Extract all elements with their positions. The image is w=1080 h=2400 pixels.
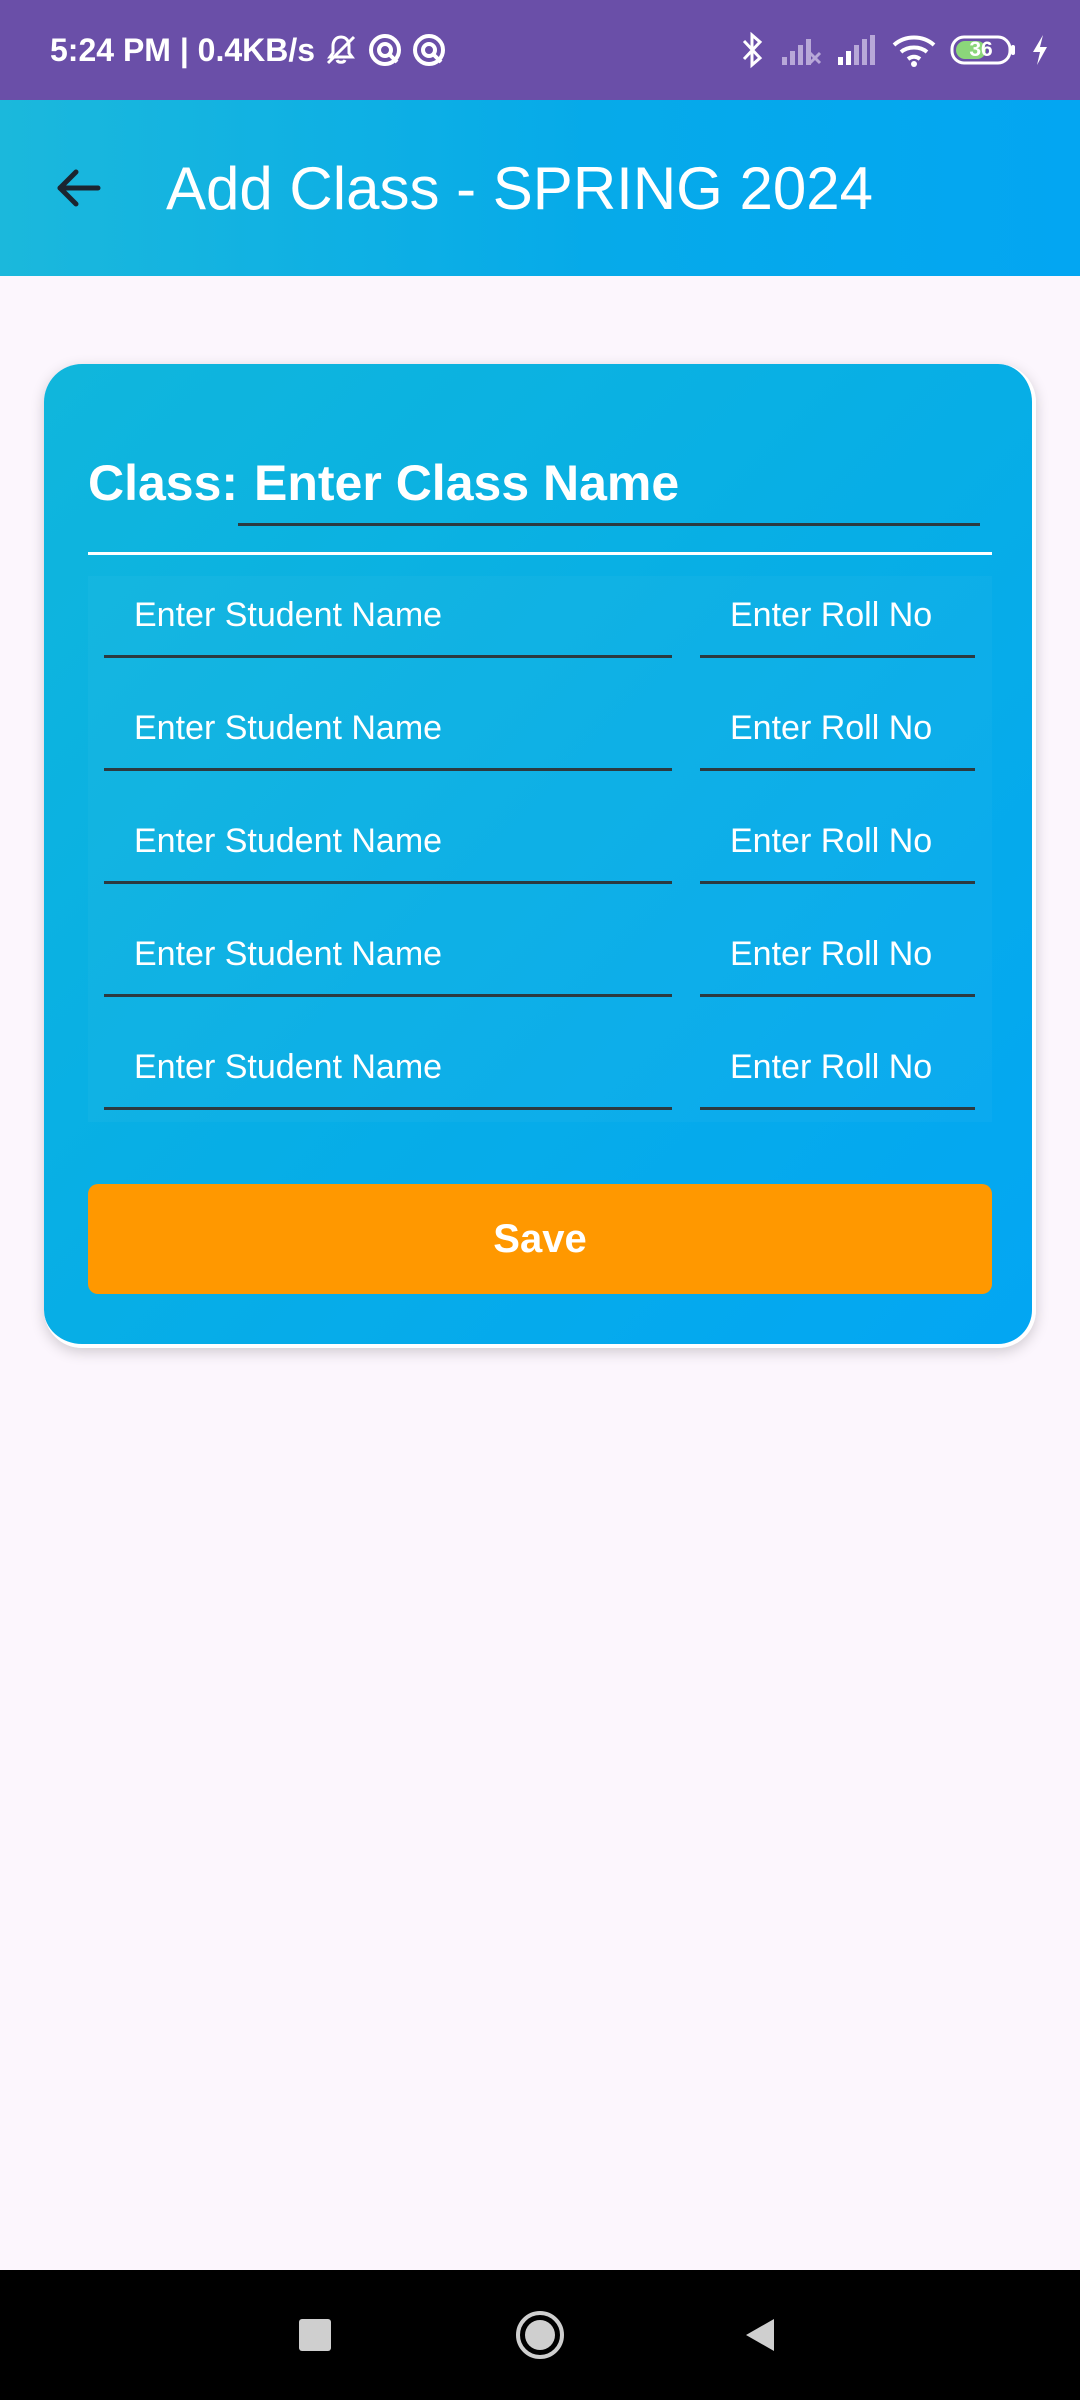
roll-no-input[interactable] [700,915,975,997]
student-name-input[interactable] [104,802,672,884]
divider [88,552,992,555]
back-nav-button[interactable] [725,2300,795,2370]
status-right: 36 [740,0,1050,100]
page-title: Add Class - SPRING 2024 [166,154,873,222]
app-notification-icon [367,32,403,68]
roll-no-input[interactable] [700,689,975,771]
charging-icon [1030,33,1050,67]
system-nav-bar [0,2270,1080,2400]
recents-square-icon [299,2319,331,2351]
battery-level-text: 36 [969,38,993,61]
add-class-card: Class: Save [44,364,1036,1348]
student-name-input[interactable] [104,1028,672,1110]
student-row [88,689,992,779]
status-left: 5:24 PM | 0.4KB/s [50,0,447,100]
signal-empty-icon [780,33,822,67]
student-name-input[interactable] [104,915,672,997]
recents-button[interactable] [280,2300,350,2370]
wifi-icon [892,33,936,67]
class-name-row: Class: [88,434,983,534]
battery-icon: 36 [950,33,1016,67]
signal-icon [836,33,878,67]
bluetooth-icon [740,30,766,70]
roll-no-input[interactable] [700,576,975,658]
student-list [88,576,992,1122]
student-name-input[interactable] [104,689,672,771]
back-triangle-icon [746,2319,774,2351]
class-label: Class: [88,455,239,511]
roll-no-input[interactable] [700,802,975,884]
student-row [88,576,992,666]
home-button[interactable] [505,2300,575,2370]
back-button[interactable] [30,140,126,236]
roll-no-input[interactable] [700,1028,975,1110]
class-name-input[interactable] [238,442,980,526]
app-bar: Add Class - SPRING 2024 [0,100,1080,276]
student-row [88,1028,992,1118]
home-circle-icon [516,2311,564,2359]
app-notification-icon [411,32,447,68]
student-name-input[interactable] [104,576,672,658]
status-bar: 5:24 PM | 0.4KB/s 36 [0,0,1080,100]
student-row [88,802,992,892]
arrow-left-icon [57,169,101,207]
status-time-speed: 5:24 PM | 0.4KB/s [50,31,316,68]
save-button[interactable]: Save [88,1184,992,1294]
student-row [88,915,992,1005]
mute-notifications-icon [323,32,359,68]
